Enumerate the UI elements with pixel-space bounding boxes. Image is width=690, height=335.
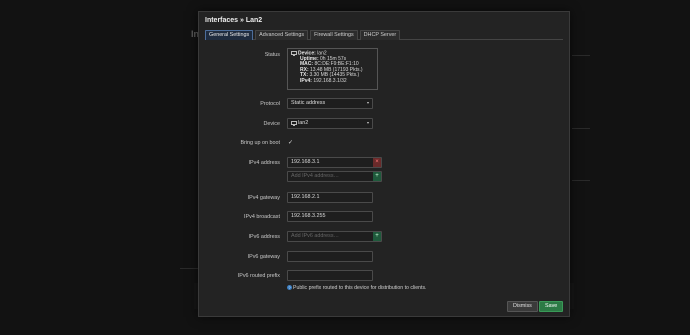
background-divider [572, 55, 590, 56]
status-value: 192.168.3.1/32 [313, 77, 347, 84]
hint-text: Public prefix routed to this device for … [293, 285, 427, 291]
chevron-down-icon [367, 122, 369, 124]
ipv4-broadcast-input[interactable]: 192.168.3.255 [287, 211, 373, 222]
remove-ipv4-button[interactable]: × [373, 158, 381, 167]
ipv4-placeholder: Add IPv4 address… [291, 173, 339, 179]
add-ipv4-button[interactable]: + [373, 172, 381, 181]
ipv6-gateway-input[interactable] [287, 251, 373, 262]
bring-up-label: Bring up on boot [240, 140, 280, 146]
network-port-icon [291, 51, 297, 56]
ipv4-address-input[interactable]: 192.168.3.1 × [287, 157, 382, 168]
background-divider [180, 268, 198, 269]
protocol-label: Protocol [260, 101, 280, 107]
ipv6-gateway-label: IPv6 gateway [247, 254, 280, 260]
tab-dhcp-server[interactable]: DHCP Server [359, 30, 401, 40]
protocol-select[interactable]: Static address [287, 98, 373, 109]
tab-firewall-settings[interactable]: Firewall Settings [310, 30, 358, 40]
modal-title: Interfaces » Lan2 [205, 17, 263, 24]
tab-advanced-settings[interactable]: Advanced Settings [255, 30, 309, 40]
ipv4-broadcast-label: IPv4 broadcast [244, 214, 280, 220]
chevron-down-icon [367, 102, 369, 104]
device-label: Device [263, 121, 280, 127]
add-ipv6-input[interactable]: Add IPv6 address… + [287, 231, 382, 242]
tab-general-settings[interactable]: General Settings [205, 30, 254, 40]
help-icon: ? [287, 285, 292, 291]
ipv4-address-label: IPv4 address [248, 160, 280, 166]
device-select[interactable]: lan2 [287, 118, 373, 129]
protocol-value: Static address [291, 100, 326, 106]
add-ipv6-button[interactable]: + [373, 232, 381, 241]
interface-modal: Interfaces » Lan2 General Settings Advan… [198, 11, 570, 317]
network-port-icon [291, 120, 297, 126]
routed-prefix-hint: ? Public prefix routed to this device for… [287, 285, 427, 291]
ipv4-address-value: 192.168.3.1 [291, 159, 320, 165]
status-ipv4-line: IPv4: 192.168.3.1/32 [291, 77, 374, 85]
status-label: Status [264, 52, 280, 58]
device-value: lan2 [298, 120, 309, 126]
background-divider [572, 128, 590, 129]
ipv4-gateway-label: IPv4 gateway [247, 195, 280, 201]
ipv4-gateway-input[interactable]: 192.168.2.1 [287, 192, 373, 203]
status-key: IPv4: [300, 77, 312, 84]
status-box: Device: lan2 Uptime: 0h 15m 57s MAC: 8C:… [287, 48, 378, 90]
tab-bar: General Settings Advanced Settings Firew… [205, 30, 563, 40]
background-divider [572, 180, 590, 181]
save-button[interactable]: Save [539, 301, 564, 312]
ipv6-placeholder: Add IPv6 address… [291, 233, 339, 239]
ipv6-routed-prefix-input[interactable] [287, 270, 373, 281]
bring-up-checkbox[interactable]: ✓ [288, 140, 294, 146]
dismiss-button[interactable]: Dismiss [507, 301, 538, 312]
add-ipv4-input[interactable]: Add IPv4 address… + [287, 171, 382, 182]
ipv6-address-label: IPv6 address [248, 234, 280, 240]
ipv6-routed-prefix-label: IPv6 routed prefix [237, 273, 280, 279]
